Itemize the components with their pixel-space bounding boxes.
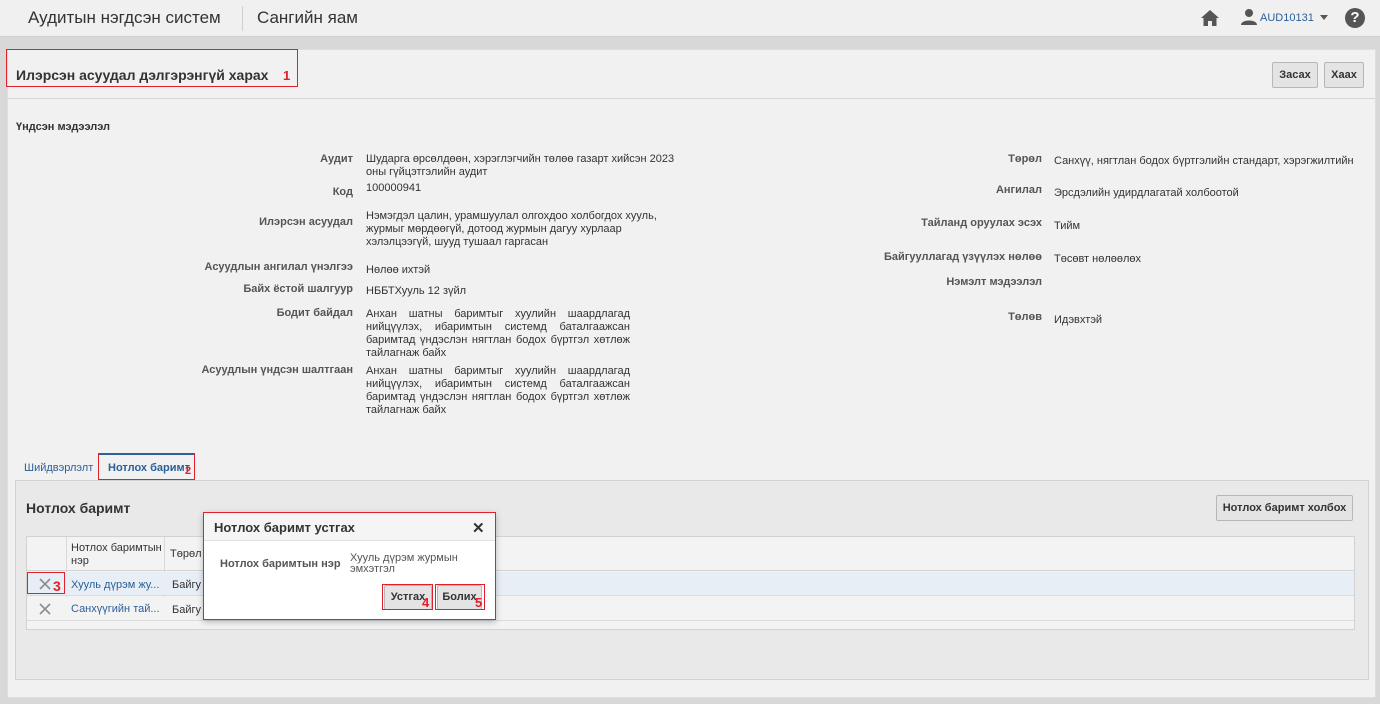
- dialog-field-value: Хууль дүрэм журмын эмхэтгэл: [350, 552, 458, 575]
- user-name-link[interactable]: AUD10131: [1260, 12, 1314, 24]
- dialog-field-label: Нотлох баримтын нэр: [220, 558, 341, 570]
- column-header-name[interactable]: Нотлох баримтын нэр: [71, 542, 163, 568]
- home-icon[interactable]: [1200, 9, 1220, 27]
- annotation-number: 2: [185, 465, 192, 477]
- type-label: Төрөл: [1008, 153, 1042, 165]
- app-title: Аудитын нэгдсэн систем: [28, 8, 221, 27]
- section-title: Үндсэн мэдээлэл: [16, 121, 111, 133]
- evidence-name-link[interactable]: Санхүүгийн тай...: [71, 603, 163, 615]
- category-value: Эрсдэлийн удирдлагатай холбоотой: [1054, 187, 1239, 199]
- criteria-label: Байх ёстой шалгуур: [243, 283, 353, 295]
- org-title: Сангийн яам: [257, 8, 358, 27]
- org-impact-value: Төсөвт нөлөөлөх: [1054, 253, 1142, 265]
- condition-label: Бодит байдал: [276, 307, 353, 319]
- annotation-number: 3: [53, 578, 61, 594]
- status-label: Төлөв: [1008, 311, 1042, 323]
- issue-value: Нэмэгдэл цалин, урамшуулал олгохдоо холб…: [366, 210, 657, 248]
- audit-label: Аудит: [320, 153, 353, 165]
- close-button[interactable]: Хаах: [1324, 62, 1364, 88]
- criteria-value: НББТХууль 12 зүйл: [366, 285, 467, 297]
- user-icon[interactable]: [1240, 8, 1258, 26]
- category-label: Ангилал: [995, 184, 1042, 196]
- code-label: Код: [332, 186, 353, 198]
- annotation-number: 1: [283, 68, 291, 83]
- issue-label: Илэрсэн асуудал: [259, 216, 353, 228]
- dialog-header: Нотлох баримт устгах ✕: [204, 513, 495, 541]
- header-divider: [242, 6, 243, 31]
- include-report-value: Тийм: [1054, 220, 1081, 232]
- edit-button[interactable]: Засах: [1272, 62, 1318, 88]
- annotation-number: 5: [475, 595, 483, 610]
- audit-value: Шударга өрсөлдөөн, хэрэглэгчийн төлөө га…: [366, 153, 675, 178]
- additional-info-label: Нэмэлт мэдээлэл: [946, 276, 1042, 288]
- help-icon[interactable]: ?: [1345, 8, 1365, 28]
- issue-rating-label: Асуудлын ангилал үнэлгээ: [204, 261, 353, 273]
- type-value: Санхүү, нягтлан бодох бүртгэлийн стандар…: [1054, 155, 1354, 167]
- evidence-title: Нотлох баримт: [26, 500, 131, 516]
- issue-rating-value: Нөлөө ихтэй: [366, 264, 431, 276]
- status-value: Идэвхтэй: [1054, 314, 1103, 326]
- root-cause-value: Анхан шатны баримтыг хуулийн шаардлагад …: [366, 365, 630, 416]
- annotation-number: 4: [422, 595, 430, 610]
- tab-resolution[interactable]: Шийдвэрлэлт: [24, 462, 93, 474]
- condition-value: Анхан шатны баримтыг хуулийн шаардлагад …: [366, 308, 630, 359]
- dialog-title: Нотлох баримт устгах: [214, 520, 355, 535]
- top-bar: Аудитын нэгдсэн систем Сангийн яам AUD10…: [0, 0, 1380, 37]
- evidence-name-link[interactable]: Хууль дүрэм жу...: [71, 579, 163, 591]
- include-report-label: Тайланд оруулах эсэх: [921, 217, 1042, 229]
- org-impact-label: Байгууллагад үзүүлэх нөлөө: [884, 251, 1042, 263]
- annotation-box: [6, 49, 298, 87]
- code-value: 100000941: [366, 182, 422, 194]
- chevron-down-icon[interactable]: [1320, 15, 1328, 20]
- link-evidence-button[interactable]: Нотлох баримт холбох: [1216, 495, 1353, 521]
- root-cause-label: Асуудлын үндсэн шалтгаан: [201, 364, 353, 376]
- delete-icon[interactable]: [38, 602, 52, 616]
- annotation-box: [98, 453, 195, 480]
- close-icon[interactable]: ✕: [472, 519, 485, 537]
